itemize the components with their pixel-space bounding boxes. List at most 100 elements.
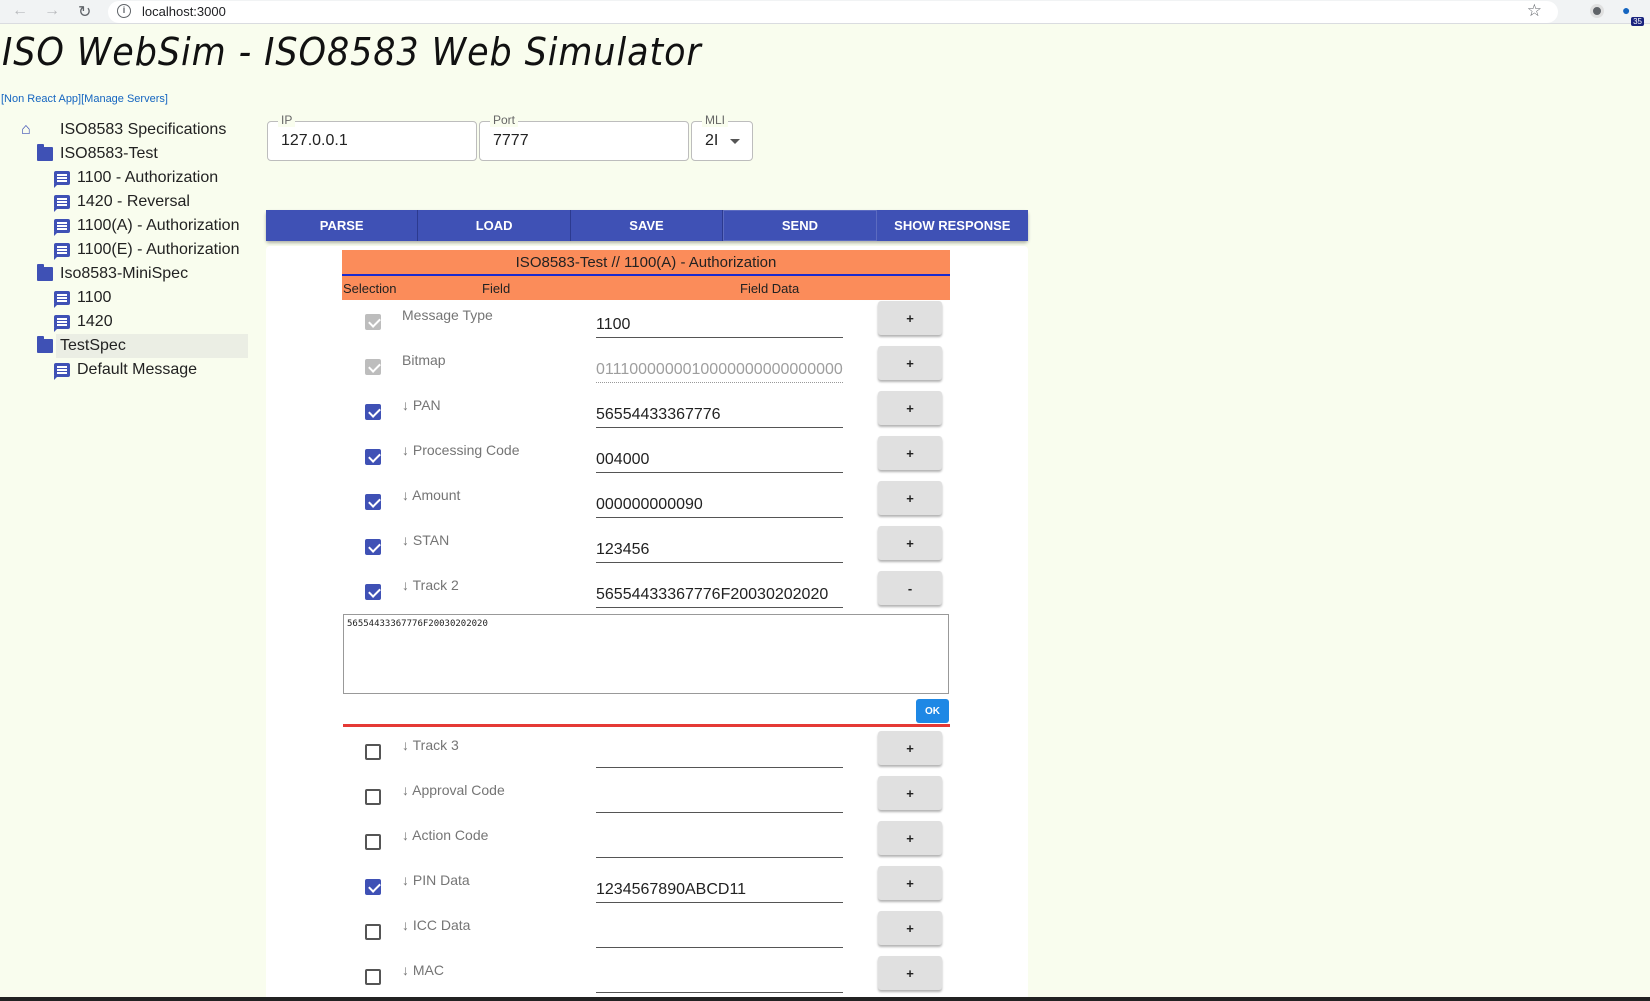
load-button[interactable]: LOAD [418,210,571,241]
ok-button[interactable]: OK [916,699,949,723]
field-checkbox[interactable] [365,789,381,805]
field-value-input[interactable] [596,825,843,858]
back-arrow-icon[interactable]: ← [12,2,28,20]
collapse-button[interactable]: - [878,571,942,605]
field-checkbox[interactable] [365,584,381,600]
expand-button[interactable]: + [878,866,942,900]
tree-item-label: ISO8583 Specifications [60,121,227,138]
message-title: ISO8583-Test // 1100(A) - Authorization [342,250,950,276]
field-checkbox[interactable] [365,834,381,850]
expand-button[interactable]: + [878,731,942,765]
field-value-input[interactable]: 1100 [596,305,843,338]
field-value-input[interactable] [596,915,843,948]
field-checkbox[interactable] [365,494,381,510]
field-editor-textarea[interactable]: 56554433367776F20030202020 [343,614,949,694]
port-value[interactable]: 7777 [493,132,529,150]
tree-item-1100-authorization[interactable]: 1100 - Authorization [18,166,248,190]
forward-arrow-icon[interactable]: → [44,2,60,20]
url-text[interactable]: localhost:3000 [142,4,226,19]
mli-value[interactable]: 2I [705,132,718,150]
field-value-input[interactable] [596,735,843,768]
field-row-pan: ↓ PAN 56554433367776 + [266,391,1028,436]
field-value-input[interactable]: 1234567890ABCD11 [596,870,843,903]
tree-item-iso8583-test[interactable]: ISO8583-Test [18,142,248,166]
field-value-input[interactable]: 56554433367776 [596,395,843,428]
save-button[interactable]: SAVE [570,210,724,241]
ip-value[interactable]: 127.0.0.1 [281,132,348,150]
field-checkbox[interactable] [365,314,381,330]
tree-item-label: 1420 [77,313,113,330]
expand-button[interactable]: + [878,911,942,945]
field-checkbox[interactable] [365,359,381,375]
expand-button[interactable]: + [878,481,942,515]
expand-button[interactable]: + [878,526,942,560]
extension-badge-icon[interactable]: ● 35 [1622,2,1644,26]
field-name: ↓ Amount [402,487,461,503]
tree-item-1100[interactable]: 1100 [18,286,248,310]
field-row-pin-data: ↓ PIN Data 1234567890ABCD11 + [266,866,1028,911]
field-row-processing-code: ↓ Processing Code 004000 + [266,436,1028,481]
message-icon [54,171,70,188]
folder-icon [37,336,53,353]
tree-item-testspec[interactable]: TestSpec [37,334,248,358]
folder-icon [37,144,53,161]
tree-item-label: 1100 - Authorization [77,169,219,186]
field-checkbox[interactable] [365,539,381,555]
expand-button[interactable]: + [878,346,942,380]
bookmark-star-icon[interactable]: ☆ [1527,1,1542,21]
message-icon [54,243,70,260]
field-checkbox[interactable] [365,879,381,895]
parse-button[interactable]: PARSE [266,210,419,241]
chevron-down-icon[interactable] [730,139,740,144]
expand-button[interactable]: + [878,391,942,425]
reload-icon[interactable]: ↻ [78,2,91,22]
field-checkbox[interactable] [365,404,381,420]
tree-item-iso8583-minispec[interactable]: Iso8583-MiniSpec [18,262,248,286]
tree-item-1100a-authorization[interactable]: 1100(A) - Authorization [18,214,248,238]
field-value-input[interactable]: 004000 [596,440,843,473]
field-checkbox[interactable] [365,969,381,985]
tree-item-label: 1100(E) - Authorization [77,241,240,258]
expand-button[interactable]: + [878,956,942,990]
extension-icon[interactable] [1590,4,1604,18]
field-checkbox[interactable] [365,924,381,940]
expand-button[interactable]: + [878,776,942,810]
ip-field[interactable]: IP 127.0.0.1 [267,113,477,161]
expand-button[interactable]: + [878,301,942,335]
expand-button[interactable]: + [878,821,942,855]
tree-item-1100e-authorization[interactable]: 1100(E) - Authorization [18,238,248,262]
mli-select[interactable]: MLI 2I [691,113,753,161]
manage-servers-link[interactable]: [Manage Servers] [81,93,168,105]
non-react-app-link[interactable]: [Non React App] [1,93,81,105]
mli-label: MLI [702,113,729,127]
port-field[interactable]: Port 7777 [479,113,689,161]
field-value-input[interactable]: 123456 [596,530,843,563]
expand-button[interactable]: + [878,436,942,470]
field-checkbox[interactable] [365,744,381,760]
tree-item-label: 1100(A) - Authorization [77,217,240,234]
field-value-input[interactable]: 56554433367776F20030202020 [596,575,843,608]
field-name: ↓ MAC [402,962,444,978]
field-row-stan: ↓ STAN 123456 + [266,526,1028,571]
show-response-button[interactable]: SHOW RESPONSE [876,210,1029,241]
info-icon[interactable]: i [117,4,131,18]
browser-toolbar: ← → ↻ i localhost:3000 ☆ ● 35 [0,0,1650,26]
field-value-input[interactable] [596,960,843,993]
tree-item-1420-reversal[interactable]: 1420 - Reversal [18,190,248,214]
field-checkbox[interactable] [365,449,381,465]
tree-item-specifications[interactable]: ⌂ ISO8583 Specifications [18,118,248,142]
tree-item-label: 1100 [77,289,112,306]
address-bar[interactable]: i localhost:3000 ☆ [108,1,1558,23]
tree-item-label: TestSpec [60,337,126,354]
field-row-action-code: ↓ Action Code + [266,821,1028,866]
field-name: ↓ PAN [402,397,441,413]
tree-item-default-message[interactable]: Default Message [18,358,248,382]
message-panel: ISO8583-Test // 1100(A) - Authorization … [266,246,1028,1001]
field-value-input[interactable] [596,780,843,813]
column-headers: Selection Field Field Data [342,278,950,300]
field-value-input[interactable]: 000000000090 [596,485,843,518]
send-button[interactable]: SEND [723,210,877,241]
field-name: ↓ Action Code [402,827,489,843]
ip-label: IP [278,113,296,127]
tree-item-1420[interactable]: 1420 [18,310,248,334]
